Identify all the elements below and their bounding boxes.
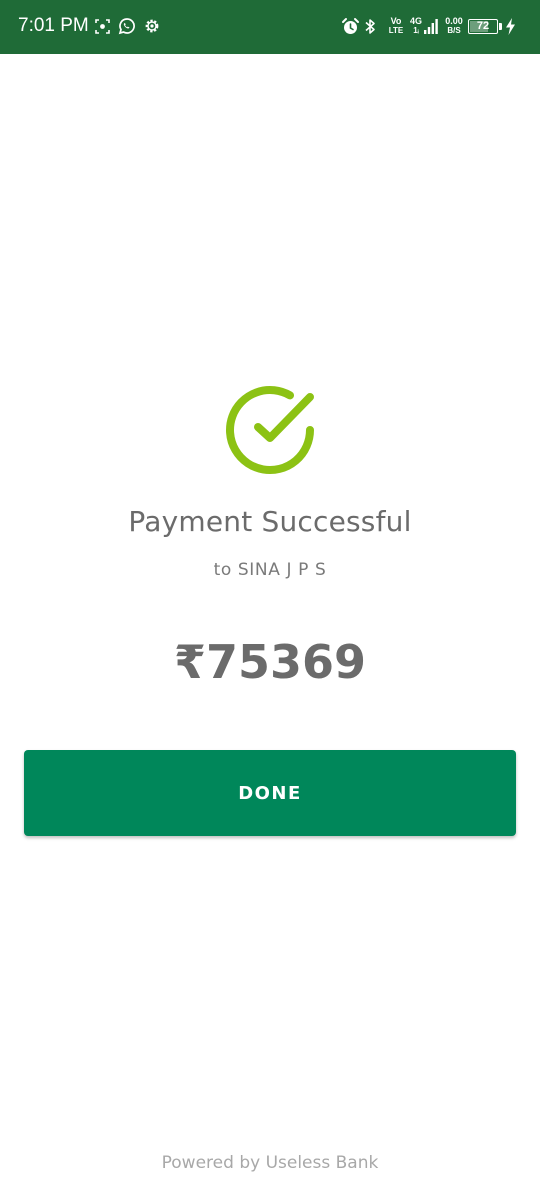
network-speed-value: 0.00: [445, 16, 463, 26]
payment-amount: ₹75369: [173, 635, 367, 689]
whatsapp-icon: [118, 18, 135, 35]
volte-bottom-label: LTE: [388, 26, 404, 35]
check-circle-icon: [226, 386, 314, 475]
network-bottom-label: 1ᵢ: [413, 26, 419, 35]
bluetooth-icon: [365, 19, 375, 34]
network-speed-unit: B/S: [447, 26, 461, 35]
powered-by-footer: Powered by Useless Bank: [161, 1153, 379, 1173]
battery-icon: 72: [468, 19, 498, 34]
done-button[interactable]: DONE: [24, 750, 516, 836]
settings-icon: [145, 19, 159, 33]
network-top-label: 4G: [409, 16, 422, 26]
alarm-icon: [342, 18, 359, 34]
status-time: 7:01 PM: [18, 15, 89, 36]
battery-tip: [499, 23, 502, 30]
signal-icon: [424, 19, 438, 34]
network-speed: 0.00 B/S: [441, 16, 467, 36]
volte-indicator: Vo LTE: [385, 16, 407, 36]
status-bar: 7:01 PM Vo LTE 4G 1ᵢ 0.00 B/S 72: [0, 0, 540, 54]
charging-icon: [506, 18, 515, 35]
battery-level: 72: [476, 20, 490, 32]
screenshot-icon: [95, 19, 110, 34]
payment-recipient: to SINA J P S: [213, 560, 327, 580]
volte-top-label: Vo: [390, 16, 402, 26]
network-type-indicator: 4G 1ᵢ: [408, 16, 424, 36]
payment-title: Payment Successful: [128, 505, 412, 538]
